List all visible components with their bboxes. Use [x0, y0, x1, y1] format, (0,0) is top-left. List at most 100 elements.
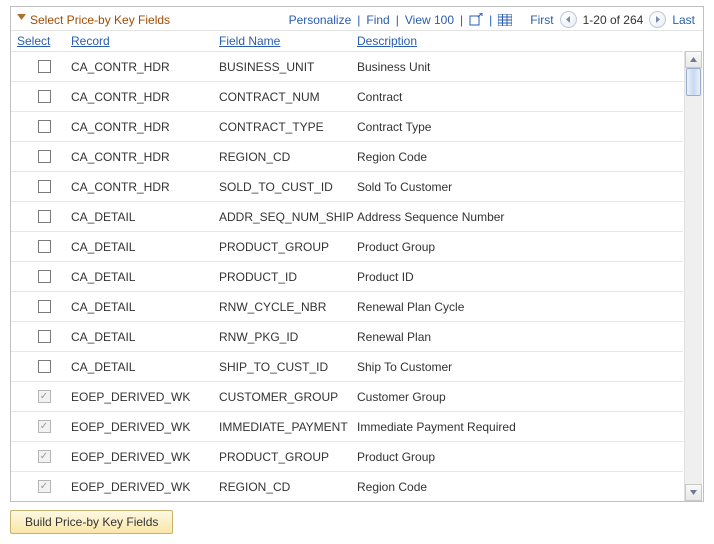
row-select-checkbox[interactable] [38, 60, 51, 73]
row-select-checkbox[interactable] [38, 210, 51, 223]
nav-prev-icon[interactable] [560, 11, 577, 28]
row-select-checkbox: ✓ [38, 480, 51, 493]
cell-field-name: SOLD_TO_CUST_ID [219, 180, 357, 194]
grid-actions: Personalize | Find | View 100 | | [289, 13, 513, 27]
table-row: ✓ EOEP_DERIVED_WKREGION_CDRegion Code [11, 471, 683, 501]
cell-field-name: PRODUCT_ID [219, 270, 357, 284]
table-row: CA_DETAILPRODUCT_GROUPProduct Group [11, 231, 683, 261]
cell-field-name: PRODUCT_GROUP [219, 240, 357, 254]
cell-record: CA_DETAIL [71, 210, 219, 224]
cell-field-name: CONTRACT_NUM [219, 90, 357, 104]
download-icon[interactable] [498, 14, 512, 26]
collapse-icon [17, 14, 26, 23]
find-link[interactable]: Find [366, 13, 389, 27]
zoom-icon[interactable] [469, 13, 483, 27]
cell-record: EOEP_DERIVED_WK [71, 420, 219, 434]
cell-field-name: SHIP_TO_CUST_ID [219, 360, 357, 374]
cell-record: EOEP_DERIVED_WK [71, 450, 219, 464]
grid-title-text: Select Price-by Key Fields [30, 13, 170, 27]
row-select-checkbox[interactable] [38, 360, 51, 373]
table-row: CA_CONTR_HDRBUSINESS_UNITBusiness Unit [11, 51, 683, 81]
table-row: CA_DETAILSHIP_TO_CUST_IDShip To Customer [11, 351, 683, 381]
cell-field-name: PRODUCT_GROUP [219, 450, 357, 464]
row-select-checkbox: ✓ [38, 420, 51, 433]
cell-description: Ship To Customer [357, 360, 679, 374]
table-row: CA_DETAILPRODUCT_IDProduct ID [11, 261, 683, 291]
cell-record: CA_DETAIL [71, 330, 219, 344]
row-select-checkbox[interactable] [38, 120, 51, 133]
table-row: CA_CONTR_HDRCONTRACT_NUMContract [11, 81, 683, 111]
view-all-link[interactable]: View 100 [405, 13, 454, 27]
vertical-scrollbar[interactable] [684, 51, 702, 501]
cell-description: Contract [357, 90, 679, 104]
cell-description: Contract Type [357, 120, 679, 134]
cell-record: CA_CONTR_HDR [71, 180, 219, 194]
cell-record: CA_CONTR_HDR [71, 150, 219, 164]
row-select-checkbox[interactable] [38, 240, 51, 253]
row-select-checkbox[interactable] [38, 270, 51, 283]
cell-description: Region Code [357, 480, 679, 494]
cell-field-name: CONTRACT_TYPE [219, 120, 357, 134]
cell-description: Customer Group [357, 390, 679, 404]
nav-next-icon[interactable] [649, 11, 666, 28]
cell-record: EOEP_DERIVED_WK [71, 390, 219, 404]
grid-title[interactable]: Select Price-by Key Fields [17, 13, 170, 27]
row-select-checkbox: ✓ [38, 450, 51, 463]
cell-field-name: REGION_CD [219, 480, 357, 494]
column-headers: Select Record Field Name Description [11, 30, 703, 51]
row-select-checkbox[interactable] [38, 300, 51, 313]
cell-field-name: ADDR_SEQ_NUM_SHIP [219, 210, 357, 224]
cell-description: Product Group [357, 450, 679, 464]
cell-record: CA_DETAIL [71, 360, 219, 374]
personalize-link[interactable]: Personalize [289, 13, 352, 27]
row-select-checkbox[interactable] [38, 180, 51, 193]
col-select[interactable]: Select [17, 34, 71, 48]
scroll-thumb[interactable] [686, 68, 701, 96]
scroll-up-icon[interactable] [685, 51, 702, 68]
table-row: ✓ EOEP_DERIVED_WKIMMEDIATE_PAYMENTImmedia… [11, 411, 683, 441]
row-select-checkbox[interactable] [38, 330, 51, 343]
cell-description: Product ID [357, 270, 679, 284]
cell-field-name: IMMEDIATE_PAYMENT [219, 420, 357, 434]
table-row: ✓ EOEP_DERIVED_WKPRODUCT_GROUPProduct Gro… [11, 441, 683, 471]
cell-description: Region Code [357, 150, 679, 164]
cell-field-name: RNW_PKG_ID [219, 330, 357, 344]
build-button[interactable]: Build Price-by Key Fields [10, 510, 173, 534]
scroll-track[interactable] [685, 68, 702, 484]
grid-panel: Select Price-by Key Fields Personalize |… [10, 6, 704, 502]
table-row: ✓ EOEP_DERIVED_WKCUSTOMER_GROUPCustomer G… [11, 381, 683, 411]
nav-first[interactable]: First [530, 13, 553, 27]
cell-record: CA_CONTR_HDR [71, 90, 219, 104]
row-select-checkbox[interactable] [38, 150, 51, 163]
cell-record: CA_CONTR_HDR [71, 120, 219, 134]
cell-field-name: BUSINESS_UNIT [219, 60, 357, 74]
cell-description: Renewal Plan [357, 330, 679, 344]
nav-last[interactable]: Last [672, 13, 695, 27]
table-row: CA_DETAILRNW_PKG_IDRenewal Plan [11, 321, 683, 351]
col-field-name[interactable]: Field Name [219, 34, 357, 48]
cell-description: Address Sequence Number [357, 210, 679, 224]
col-record[interactable]: Record [71, 34, 219, 48]
cell-field-name: CUSTOMER_GROUP [219, 390, 357, 404]
table-row: CA_DETAILADDR_SEQ_NUM_SHIPAddress Sequen… [11, 201, 683, 231]
cell-description: Sold To Customer [357, 180, 679, 194]
table-row: CA_DETAILRNW_CYCLE_NBRRenewal Plan Cycle [11, 291, 683, 321]
cell-field-name: REGION_CD [219, 150, 357, 164]
col-description[interactable]: Description [357, 34, 679, 48]
table-row: CA_CONTR_HDRSOLD_TO_CUST_IDSold To Custo… [11, 171, 683, 201]
cell-description: Renewal Plan Cycle [357, 300, 679, 314]
cell-record: CA_CONTR_HDR [71, 60, 219, 74]
grid-nav: First 1-20 of 264 Last [530, 11, 695, 28]
row-select-checkbox[interactable] [38, 90, 51, 103]
cell-record: CA_DETAIL [71, 240, 219, 254]
cell-record: CA_DETAIL [71, 270, 219, 284]
row-select-checkbox: ✓ [38, 390, 51, 403]
cell-record: EOEP_DERIVED_WK [71, 480, 219, 494]
cell-record: CA_DETAIL [71, 300, 219, 314]
table-row: CA_CONTR_HDRREGION_CDRegion Code [11, 141, 683, 171]
table-row: CA_CONTR_HDRCONTRACT_TYPEContract Type [11, 111, 683, 141]
nav-range: 1-20 of 264 [583, 13, 644, 27]
cell-description: Business Unit [357, 60, 679, 74]
scroll-down-icon[interactable] [685, 484, 702, 501]
cell-description: Immediate Payment Required [357, 420, 679, 434]
